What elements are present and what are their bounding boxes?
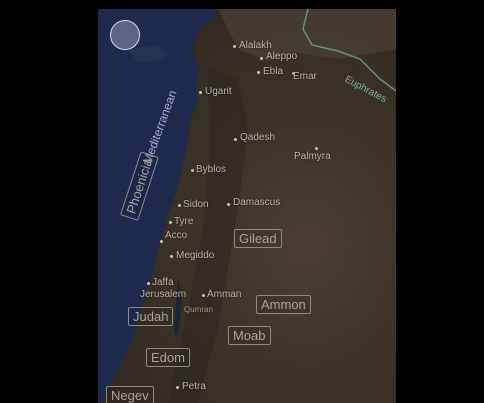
city-dot-tyre — [169, 221, 172, 224]
city-label-jaffa[interactable]: Jaffa — [152, 278, 174, 288]
region-ammon[interactable]: Ammon — [256, 295, 311, 314]
city-label-palmyra[interactable]: Palmyra — [294, 152, 331, 162]
city-label-jerusalem[interactable]: Jerusalem — [140, 290, 186, 300]
city-label-sidon[interactable]: Sidon — [183, 200, 209, 210]
city-label-qumran[interactable]: Qumran — [184, 306, 213, 314]
city-dot-amman — [202, 294, 205, 297]
city-dot-acco — [160, 240, 163, 243]
city-label-alalakh[interactable]: Alalakh — [239, 41, 272, 51]
region-gilead[interactable]: Gilead — [234, 229, 282, 248]
city-dot-alalakh — [233, 45, 236, 48]
city-dot-sidon — [178, 204, 181, 207]
city-dot-aleppo — [260, 57, 263, 60]
city-dot-palmyra — [315, 147, 318, 150]
city-dot-jaffa — [147, 282, 150, 285]
city-label-tyre[interactable]: Tyre — [174, 217, 193, 227]
region-edom[interactable]: Edom — [146, 348, 190, 367]
city-label-acco[interactable]: Acco — [165, 231, 187, 241]
city-dot-ugarit — [199, 91, 202, 94]
city-label-amman[interactable]: Amman — [207, 290, 241, 300]
city-label-emar[interactable]: Emar — [293, 72, 317, 82]
city-label-petra[interactable]: Petra — [182, 382, 206, 392]
city-label-aleppo[interactable]: Aleppo — [266, 52, 297, 62]
city-dot-byblos — [191, 169, 194, 172]
city-label-ugarit[interactable]: Ugarit — [205, 87, 232, 97]
city-label-byblos[interactable]: Byblos — [196, 165, 226, 175]
map-view[interactable]: Mediterranean Euphrates Alalakh Aleppo E… — [98, 9, 396, 403]
region-moab[interactable]: Moab — [228, 326, 271, 345]
city-label-damascus[interactable]: Damascus — [233, 198, 280, 208]
region-negev[interactable]: Negev — [106, 386, 154, 403]
city-label-ebla[interactable]: Ebla — [263, 67, 283, 77]
city-label-megiddo[interactable]: Megiddo — [176, 251, 214, 261]
city-dot-petra — [176, 386, 179, 389]
city-dot-qadesh — [234, 138, 237, 141]
city-dot-ebla — [257, 71, 260, 74]
city-label-qadesh[interactable]: Qadesh — [240, 133, 275, 143]
city-dot-megiddo — [170, 255, 173, 258]
region-judah[interactable]: Judah — [128, 307, 174, 326]
city-dot-damascus — [227, 203, 230, 206]
locate-button[interactable] — [110, 20, 140, 50]
